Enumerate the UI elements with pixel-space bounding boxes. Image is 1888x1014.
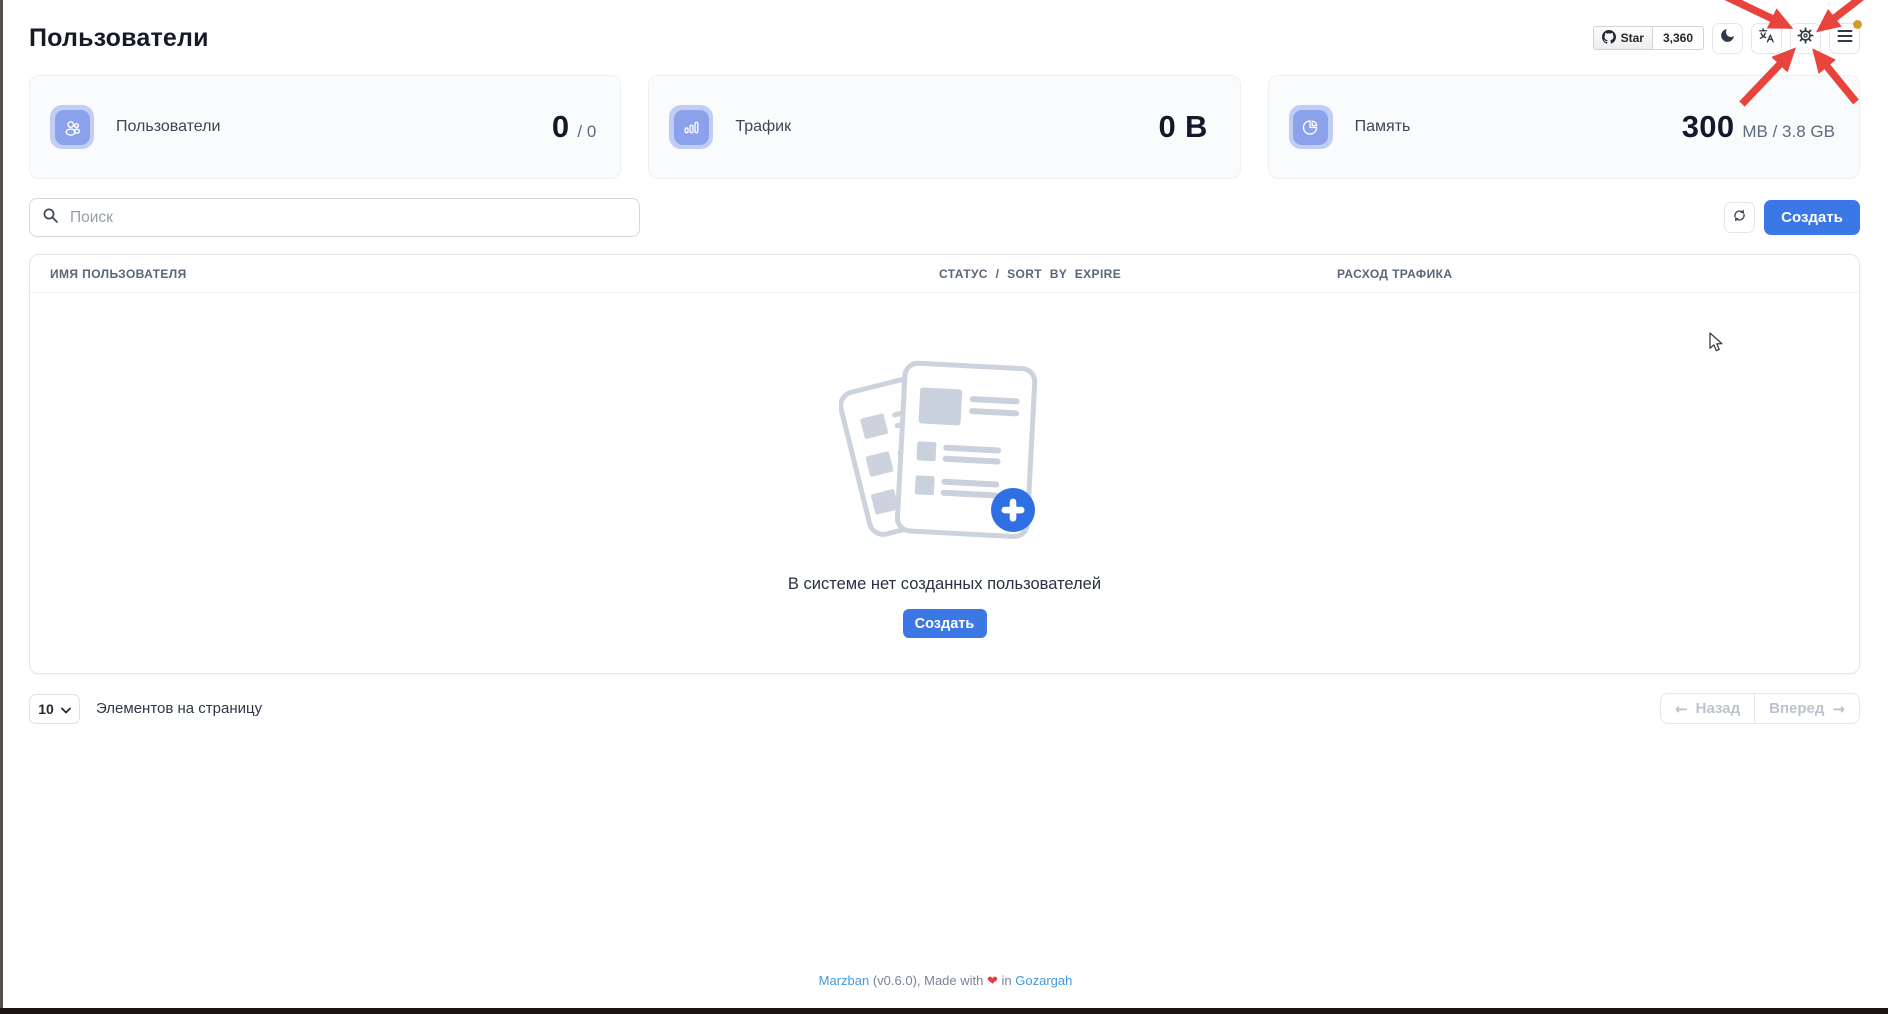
stat-card-memory: Память 300 MB / 3.8 GB [1268, 75, 1860, 179]
plus-circle [991, 488, 1035, 532]
users-icon [55, 110, 90, 145]
footer: Marzban (v0.6.0), Made with ❤ in Gozarga… [3, 973, 1888, 989]
stat-value: 300 [1682, 109, 1735, 145]
github-star-widget: Star 3,360 [1593, 26, 1704, 50]
right-arrow-icon: → [1832, 700, 1845, 718]
github-star-label: Star [1621, 31, 1644, 45]
left-arrow-icon: ← [1675, 700, 1688, 718]
stat-cards: Пользователи 0 / 0 Трафик 0 B [29, 75, 1860, 179]
next-page-button[interactable]: Вперед → [1755, 693, 1860, 724]
stat-suffix: MB / 3.8 GB [1742, 122, 1835, 142]
gear-icon [1797, 27, 1814, 49]
empty-state-create-button[interactable]: Создать [903, 609, 987, 638]
settings-button[interactable] [1790, 23, 1821, 54]
column-header-traffic[interactable]: РАСХОД ТРАФИКА [1337, 267, 1859, 281]
main-content: Пользователи Star 3,360 [3, 0, 1888, 1008]
search-input[interactable] [68, 208, 627, 228]
github-icon [1602, 30, 1616, 47]
refresh-icon [1731, 207, 1748, 229]
refresh-button[interactable] [1724, 202, 1755, 233]
stat-suffix: / 0 [577, 122, 596, 142]
footer-in-text: in [998, 973, 1015, 988]
column-header-status-sort[interactable]: СТАТУС / SORT BY EXPIRE [939, 267, 1337, 281]
column-header-username[interactable]: ИМЯ ПОЛЬЗОВАТЕЛЯ [50, 267, 939, 281]
search-row: Создать [29, 198, 1860, 237]
stat-label: Трафик [735, 118, 791, 136]
pie-chart-icon [1293, 110, 1328, 145]
language-button[interactable] [1751, 23, 1782, 54]
bar-chart-icon [674, 110, 709, 145]
users-table: ИМЯ ПОЛЬЗОВАТЕЛЯ СТАТУС / SORT BY EXPIRE… [29, 254, 1860, 674]
header-toolbar: Star 3,360 [1593, 23, 1860, 54]
gozargah-link[interactable]: Gozargah [1015, 973, 1072, 988]
hamburger-menu-icon [1837, 29, 1853, 48]
table-empty-state: В системе нет созданных пользователей Со… [30, 292, 1859, 673]
page-header: Пользователи Star 3,360 [29, 18, 1860, 58]
pagination-nav: ← Назад Вперед → [1660, 693, 1860, 724]
stat-label: Пользователи [116, 118, 220, 136]
notification-dot [1853, 20, 1862, 29]
stat-card-users: Пользователи 0 / 0 [29, 75, 621, 179]
marzban-link[interactable]: Marzban [819, 973, 870, 988]
page-title: Пользователи [29, 24, 209, 53]
pagination-row: 10 Элементов на страницу ← Назад Вперед … [29, 693, 1860, 724]
dark-mode-button[interactable] [1712, 23, 1743, 54]
empty-state-illustration [839, 350, 1051, 551]
create-button[interactable]: Создать [1764, 200, 1860, 235]
page-size-label: Элементов на страницу [96, 700, 262, 717]
translate-icon [1757, 26, 1776, 50]
empty-state-message: В системе нет созданных пользователей [788, 575, 1101, 594]
stat-card-traffic: Трафик 0 B [648, 75, 1240, 179]
footer-version-text: (v0.6.0), Made with [869, 973, 987, 988]
prev-page-button[interactable]: ← Назад [1660, 693, 1755, 724]
moon-icon [1719, 27, 1736, 49]
github-star-button[interactable]: Star [1593, 26, 1653, 50]
page-size-select[interactable]: 10 [29, 694, 80, 724]
stat-value: 0 B [1159, 109, 1208, 145]
stat-label: Память [1355, 118, 1411, 136]
menu-button[interactable] [1829, 23, 1860, 54]
taskbar-edge [0, 1008, 1888, 1014]
stat-value: 0 [552, 109, 570, 145]
search-icon [42, 207, 59, 229]
search-box [29, 198, 640, 237]
chevron-down-icon [61, 701, 71, 717]
github-star-count[interactable]: 3,360 [1653, 26, 1704, 50]
table-header-row: ИМЯ ПОЛЬЗОВАТЕЛЯ СТАТУС / SORT BY EXPIRE… [30, 255, 1859, 293]
heart-icon: ❤ [987, 974, 998, 989]
